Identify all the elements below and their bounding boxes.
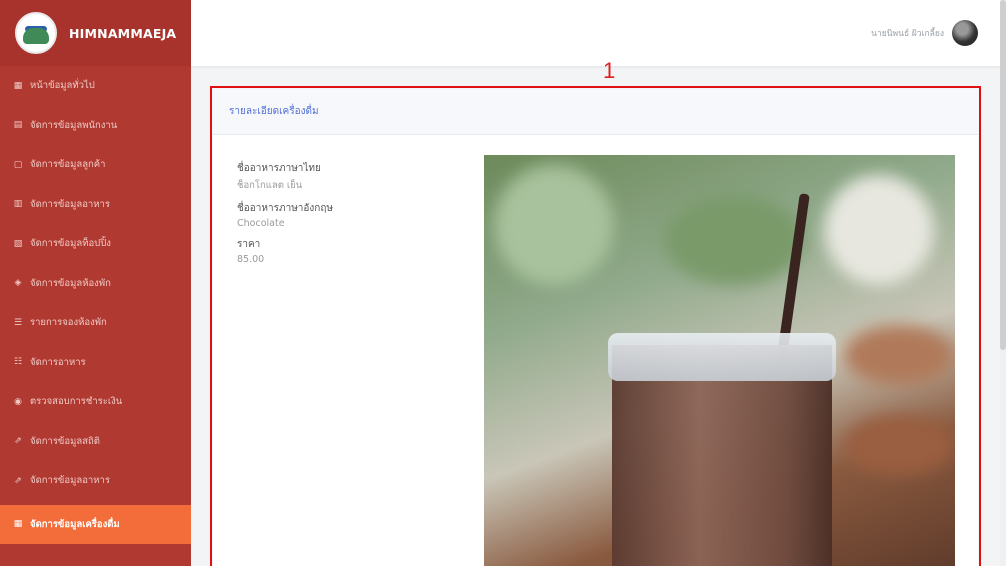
scrollbar-thumb[interactable] bbox=[1000, 0, 1006, 350]
report-icon: ⇗ bbox=[14, 436, 22, 447]
food-icon: ▥ bbox=[13, 199, 23, 210]
sidebar-item-label: รายการจองห้องพัก bbox=[30, 317, 107, 329]
sidebar-item-drinks[interactable]: ▦ จัดการข้อมูลเครื่องดื่ม bbox=[0, 504, 191, 544]
thai-name-label: ชื่ออาหารภาษาไทย bbox=[237, 163, 321, 174]
logo bbox=[15, 12, 57, 54]
topping-icon: ▧ bbox=[13, 238, 23, 249]
sidebar-item-bookings[interactable]: ☰ รายการจองห้องพัก bbox=[0, 303, 191, 343]
check-icon: ◉ bbox=[14, 396, 22, 407]
sidebar-item-label: จัดการข้อมูลอาหาร bbox=[30, 198, 110, 210]
sidebar-item-label: จัดการข้อมูลท็อปปิ้ง bbox=[30, 238, 111, 250]
sidebar-item-label: จัดการข้อมูลพนักงาน bbox=[30, 119, 118, 131]
sidebar-item-food[interactable]: ▥ จัดการข้อมูลอาหาร bbox=[0, 185, 191, 225]
scrollbar[interactable] bbox=[1000, 0, 1006, 566]
english-name-label: ชื่ออาหารภาษาอังกฤษ bbox=[237, 203, 333, 214]
english-name-value: Chocolate bbox=[237, 218, 285, 229]
stats-icon: ⇗ bbox=[14, 475, 22, 486]
sidebar-item-label: จัดการข้อมูลเครื่องดื่ม bbox=[30, 518, 120, 530]
sidebar-item-label: จัดการข้อมูลห้องพัก bbox=[30, 277, 111, 289]
sidebar-item-label: หน้าข้อมูลทั่วไป bbox=[30, 80, 95, 92]
order-icon: ☷ bbox=[13, 357, 23, 368]
annotation-number: 1 bbox=[603, 58, 616, 83]
sidebar-item-dashboard[interactable]: ▦ หน้าข้อมูลทั่วไป bbox=[0, 66, 191, 106]
dashboard-icon: ▦ bbox=[13, 80, 23, 91]
room-icon: ◈ bbox=[14, 278, 22, 289]
booking-icon: ☰ bbox=[13, 317, 23, 328]
sidebar-item-payments[interactable]: ◉ ตรวจสอบการชำระเงิน bbox=[0, 382, 191, 422]
sidebar-item-stats[interactable]: ⇗ จัดการข้อมูลอาหาร bbox=[0, 461, 191, 501]
sidebar-item-label: จัดการข้อมูลลูกค้า bbox=[30, 159, 106, 171]
topbar: นายนิพนธ์ ผิวเกลี้ยง bbox=[191, 0, 1006, 66]
drink-photo bbox=[484, 155, 955, 566]
thai-name-value: ช็อกโกแลต เย็น bbox=[237, 180, 303, 191]
employee-icon: ▤ bbox=[13, 120, 23, 131]
sidebar-item-label: จัดการข้อมูลสถิติ bbox=[30, 435, 100, 447]
user-name: นายนิพนธ์ ผิวเกลี้ยง bbox=[871, 29, 944, 39]
price-label: ราคา bbox=[237, 239, 261, 250]
brand-name: HIMNAMMAEJA bbox=[69, 25, 177, 41]
sidebar: HIMNAMMAEJA ▦ หน้าข้อมูลทั่วไป ▤ จัดการข้อ… bbox=[0, 0, 191, 566]
sidebar-item-label: จัดการอาหาร bbox=[30, 356, 86, 368]
sidebar-item-customers[interactable]: ▢ จัดการข้อมูลลูกค้า bbox=[0, 145, 191, 185]
drink-details: ชื่ออาหารภาษาไทย ช็อกโกแลต เย็น ชื่ออาหา… bbox=[237, 155, 467, 273]
sidebar-item-toppings[interactable]: ▧ จัดการข้อมูลท็อปปิ้ง bbox=[0, 224, 191, 264]
brand[interactable]: HIMNAMMAEJA bbox=[0, 0, 191, 66]
sidebar-item-label: จัดการข้อมูลอาหาร bbox=[30, 475, 110, 487]
card-header: รายละเอียดเครื่องดื่ม bbox=[213, 89, 978, 135]
drink-detail-card: รายละเอียดเครื่องดื่ม ชื่ออาหารภาษาไทย ช… bbox=[213, 89, 978, 566]
avatar[interactable] bbox=[952, 20, 978, 46]
sidebar-item-reports[interactable]: ⇗ จัดการข้อมูลสถิติ bbox=[0, 422, 191, 462]
customer-icon: ▢ bbox=[13, 159, 23, 170]
drink-icon: ▦ bbox=[13, 519, 23, 530]
sidebar-item-orders[interactable]: ☷ จัดการอาหาร bbox=[0, 343, 191, 383]
user-menu[interactable]: นายนิพนธ์ ผิวเกลี้ยง bbox=[871, 20, 978, 46]
sidebar-item-label: ตรวจสอบการชำระเงิน bbox=[30, 396, 123, 408]
sidebar-item-employees[interactable]: ▤ จัดการข้อมูลพนักงาน bbox=[0, 106, 191, 146]
card-title: รายละเอียดเครื่องดื่ม bbox=[229, 106, 319, 117]
sidebar-menu: ▦ หน้าข้อมูลทั่วไป ▤ จัดการข้อมูลพนักงาน ▢… bbox=[0, 66, 191, 544]
price-value: 85.00 bbox=[237, 254, 265, 265]
sidebar-item-rooms[interactable]: ◈ จัดการข้อมูลห้องพัก bbox=[0, 264, 191, 304]
